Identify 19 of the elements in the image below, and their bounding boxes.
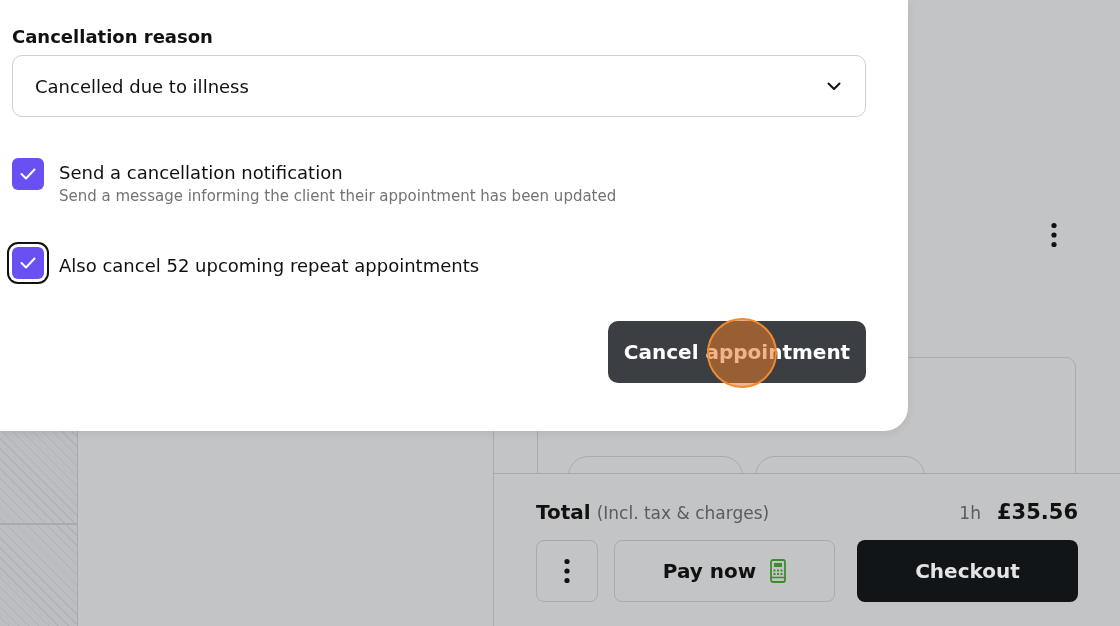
checkbox[interactable] [12,158,44,190]
option-description: Send a message informing the client their appointment has been updated [59,187,617,205]
duration: 1h [959,503,981,523]
card-terminal-icon [770,559,787,583]
option-label: Send a cancellation notification [59,162,344,183]
pay-now-button[interactable]: Pay now [614,540,835,602]
field-label: Cancellation reason [12,26,214,47]
check-icon [20,257,36,269]
reason-dropdown[interactable]: Cancelled due to illness [12,55,866,117]
more-button[interactable] [536,540,598,602]
total-amount: £35.56 [996,500,1078,524]
option-label: Also cancel 52 upcoming repeat appointments [59,254,480,276]
more-icon [1050,222,1058,248]
more-icon [563,558,571,584]
total-note: (Incl. tax & charges) [596,503,770,523]
checkout-button[interactable]: Checkout [857,540,1078,602]
chevron-down-icon [827,81,841,91]
check-icon [20,168,36,180]
total-label: Total [536,500,591,524]
